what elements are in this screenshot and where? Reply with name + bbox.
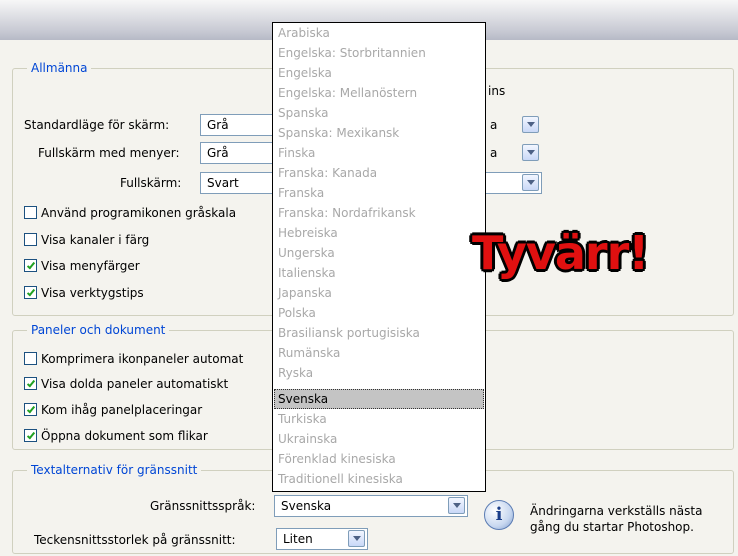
checkbox-open-tabs[interactable]	[24, 429, 37, 442]
language-option: Franska	[278, 186, 325, 200]
partial-right-value-2: a	[490, 146, 498, 160]
info-icon: i	[484, 500, 514, 530]
partial-right-header: ins	[488, 84, 506, 98]
language-option: Franska: Nordafrikansk	[278, 206, 416, 220]
fullscreen-select[interactable]: Svart	[200, 172, 280, 194]
chevron-down-icon[interactable]	[448, 497, 465, 514]
checkbox-show-hidden-panels[interactable]	[24, 377, 37, 390]
language-option: Engelska: Mellanöstern	[278, 86, 418, 100]
fullscreen-label: Fullskärm:	[120, 176, 182, 190]
language-option: Traditionell kinesiska	[278, 472, 403, 486]
restart-note-line-1: Ändringarna verkställs nästa	[530, 504, 703, 518]
language-option: Spanska: Mexikansk	[278, 126, 400, 140]
chevron-down-icon[interactable]	[348, 530, 365, 547]
checkbox-label: Visa menyfärger	[41, 259, 140, 273]
checkmark-icon	[26, 404, 35, 413]
fullscreen-menus-label: Fullskärm med menyer:	[38, 146, 180, 160]
language-option: Spanska	[278, 106, 329, 120]
font-size-label: Teckensnittsstorlek på gränssnitt:	[34, 533, 236, 547]
screen-mode-select[interactable]: Grå	[200, 114, 280, 136]
language-select[interactable]: Svenska	[274, 495, 468, 517]
text-options-legend: Textalternativ för gränssnitt	[27, 462, 202, 478]
language-option: Arabiska	[278, 26, 330, 40]
checkbox-remember-panels[interactable]	[24, 403, 37, 416]
checkbox-menu-colors[interactable]	[24, 259, 37, 272]
chevron-down-icon[interactable]	[522, 116, 539, 133]
restart-note-line-2: gång du startar Photoshop.	[530, 520, 694, 534]
checkbox-color-channels[interactable]	[24, 233, 37, 246]
screen-mode-label: Standardläge för skärm:	[24, 118, 170, 132]
language-option: Ryska	[278, 366, 314, 380]
checkbox-tooltips[interactable]	[24, 286, 37, 299]
checkbox-label: Visa kanaler i färg	[41, 233, 150, 247]
checkbox-label: Öppna dokument som flikar	[41, 429, 208, 443]
partial-right-value-1: a	[490, 118, 498, 132]
language-option: Polska	[278, 306, 316, 320]
checkbox-label: Kom ihåg panelplaceringar	[41, 403, 203, 417]
checkbox-collapse-panels[interactable]	[24, 352, 37, 365]
checkmark-icon	[26, 287, 35, 296]
language-option: Ukrainska	[278, 432, 338, 446]
checkbox-label: Visa verktygstips	[41, 286, 144, 300]
sorry-overlay-text: Tyvärr!	[472, 226, 649, 280]
language-option: Japanska	[278, 286, 332, 300]
chevron-down-icon[interactable]	[522, 144, 539, 161]
chevron-down-icon[interactable]	[522, 174, 539, 191]
panels-legend: Paneler och dokument	[27, 322, 170, 338]
language-option: Brasiliansk portugisiska	[278, 326, 420, 340]
language-label: Gränssnittsspråk:	[150, 499, 256, 513]
checkbox-label: Visa dolda paneler automatiskt	[41, 377, 229, 391]
checkbox-label: Komprimera ikonpaneler automat	[41, 352, 244, 366]
language-option: Hebreiska	[278, 226, 338, 240]
checkmark-icon	[26, 378, 35, 387]
language-option: Förenklad kinesiska	[278, 452, 396, 466]
fullscreen-menus-select[interactable]: Grå	[200, 142, 280, 164]
language-option-selected[interactable]: Svenska	[274, 389, 484, 409]
language-option: Ungerska	[278, 246, 335, 260]
language-option: Turkiska	[278, 412, 327, 426]
checkmark-icon	[26, 430, 35, 439]
language-option: Rumänska	[278, 346, 341, 360]
language-option: Finska	[278, 146, 316, 160]
language-option: Engelska	[278, 66, 332, 80]
language-option: Engelska: Storbritannien	[278, 46, 426, 60]
language-dropdown-list[interactable]: Arabiska Engelska: Storbritannien Engels…	[272, 22, 486, 492]
general-legend: Allmänna	[27, 60, 92, 76]
language-option: Italienska	[278, 266, 336, 280]
language-option: Franska: Kanada	[278, 166, 378, 180]
checkbox-label: Använd programikonen gråskala	[41, 206, 237, 220]
checkbox-grayscale-icon[interactable]	[24, 206, 37, 219]
checkmark-icon	[26, 260, 35, 269]
